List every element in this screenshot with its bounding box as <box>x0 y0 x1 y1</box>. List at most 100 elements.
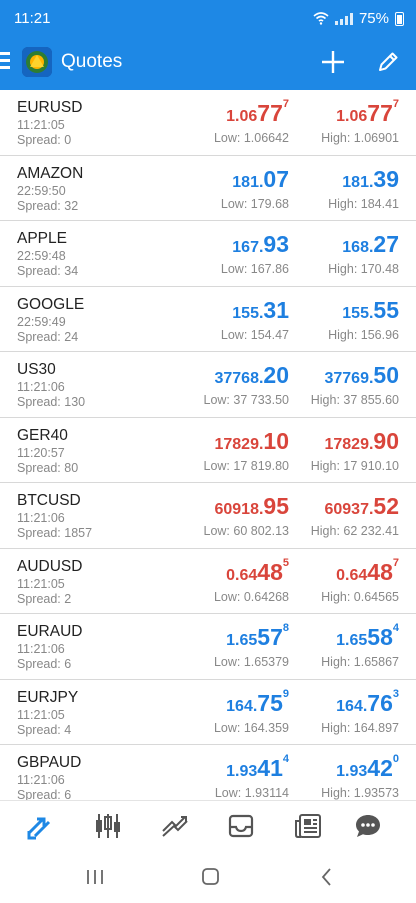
spread-value: Spread: 24 <box>17 329 79 344</box>
page-title: Quotes <box>61 51 123 72</box>
quote-time: 22:59:49 <box>17 314 66 329</box>
quote-row[interactable]: GOOGLE 22:59:49 Spread: 24 155.31 155.55 Low:… <box>0 286 416 352</box>
menu-icon[interactable] <box>0 52 12 74</box>
bid-price-fraction: 8 <box>282 622 289 634</box>
bid-price-pips: 20 <box>263 362 289 388</box>
ask-price-prefix: 181. <box>342 173 374 191</box>
quotes-list[interactable]: EURUSD 11:21:05 Spread: 0 1.06777 1.06777 Low… <box>0 90 416 800</box>
quote-row[interactable]: GER40 11:20:57 Spread: 80 17829.10 17829.90 L… <box>0 417 416 483</box>
back-icon[interactable] <box>312 865 342 889</box>
symbol-name: AMAZON <box>17 164 84 182</box>
quote-row[interactable]: APPLE 22:59:48 Spread: 34 167.93 168.27 Low: … <box>0 221 416 287</box>
quote-row[interactable]: AUDUSD 11:21:05 Spread: 2 0.64485 0.64487 Low… <box>0 548 416 614</box>
quote-row[interactable]: EURUSD 11:21:05 Spread: 0 1.06777 1.06777 Low… <box>0 90 416 156</box>
bid-price: 1.93414 <box>226 753 289 781</box>
bid-price: 167.93 <box>232 231 289 257</box>
high-price: High: 1.06901 <box>321 131 399 145</box>
bid-price: 37768.20 <box>214 362 289 388</box>
bid-price-prefix: 0.64 <box>226 566 258 584</box>
ask-price-pips: 48 <box>367 558 393 585</box>
quote-time: 11:21:06 <box>17 380 65 394</box>
quote-time: 11:20:57 <box>17 445 65 460</box>
ask-price: 60937.52 <box>324 493 399 519</box>
bid-price-pips: 31 <box>263 296 289 323</box>
edit-icon[interactable] <box>372 46 404 78</box>
low-price: Low: 60 802.13 <box>203 524 290 538</box>
ask-price-pips: 55 <box>373 296 399 323</box>
bid-price-fraction: 5 <box>282 556 289 569</box>
bid-price: 60918.95 <box>214 493 289 519</box>
bid-price-prefix: 37768. <box>214 370 264 387</box>
symbol-name: US30 <box>17 361 56 378</box>
quote-row[interactable]: BTCUSD 11:21:06 Spread: 1857 60918.95 60937.… <box>0 483 416 549</box>
status-icons: 75% <box>313 10 404 27</box>
recents-icon[interactable] <box>80 865 110 889</box>
status-bar: 11:21 75% <box>0 0 416 38</box>
chart-icon[interactable] <box>90 809 126 843</box>
bid-price-prefix: 60918. <box>214 501 264 518</box>
add-icon[interactable] <box>317 46 349 78</box>
quote-row[interactable]: GBPAUD 11:21:06 Spread: 6 1.93414 1.93420 Low… <box>0 745 416 800</box>
quote-row[interactable]: US30 11:21:06 Spread: 130 37768.20 37769.50 L… <box>0 352 416 418</box>
ask-price-pips: 42 <box>367 755 393 781</box>
bid-price: 155.31 <box>232 297 289 323</box>
bid-price-fraction: 9 <box>282 687 289 700</box>
bid-price-prefix: 155. <box>232 304 264 322</box>
ask-price-pips: 90 <box>373 427 399 454</box>
ask-price-pips: 39 <box>373 165 399 192</box>
symbol-name: GBPAUD <box>17 754 82 771</box>
bid-price-pips: 07 <box>263 165 289 192</box>
history-icon[interactable] <box>223 809 259 843</box>
high-price: High: 0.64565 <box>321 589 399 604</box>
ask-price-fraction: 7 <box>392 98 399 110</box>
chat-icon[interactable] <box>350 809 386 843</box>
ask-price-pips: 58 <box>367 624 393 650</box>
home-icon[interactable] <box>195 865 225 889</box>
bid-price-fraction: 4 <box>282 753 289 765</box>
ask-price-pips: 27 <box>373 231 399 257</box>
low-price: Low: 179.68 <box>220 196 289 211</box>
symbol-name: EURAUD <box>17 623 83 640</box>
bid-price-prefix: 181. <box>232 173 264 191</box>
bid-price-pips: 57 <box>257 624 283 650</box>
ask-price: 164.763 <box>336 688 399 716</box>
quote-time: 11:21:06 <box>17 773 65 787</box>
ask-price-prefix: 164. <box>336 697 368 715</box>
low-price: Low: 0.64268 <box>213 589 289 604</box>
ask-price: 0.64487 <box>336 557 399 585</box>
ask-price-prefix: 1.65 <box>336 632 368 649</box>
quotes-icon[interactable] <box>22 809 58 843</box>
high-price: High: 17 910.10 <box>310 458 399 473</box>
ask-price: 37769.50 <box>324 362 399 388</box>
bid-price-pips: 93 <box>263 231 289 257</box>
high-price: High: 184.41 <box>328 196 399 211</box>
quote-row[interactable]: EURAUD 11:21:06 Spread: 6 1.65578 1.65584 Low… <box>0 614 416 680</box>
spread-value: Spread: 32 <box>17 198 79 213</box>
low-price: Low: 37 733.50 <box>203 393 290 407</box>
ask-price-prefix: 37769. <box>324 370 374 387</box>
bid-price-prefix: 164. <box>226 697 258 715</box>
symbol-name: AUDUSD <box>17 557 83 575</box>
quote-row[interactable]: EURJPY 11:21:05 Spread: 4 164.759 164.763 Low… <box>0 679 416 745</box>
news-icon[interactable] <box>290 809 326 843</box>
ask-price-prefix: 60937. <box>324 501 374 518</box>
quote-row[interactable]: AMAZON 22:59:50 Spread: 32 181.07 181.39 Low:… <box>0 155 416 221</box>
bid-price: 17829.10 <box>214 428 289 454</box>
quote-time: 11:21:06 <box>17 511 65 525</box>
bid-price: 1.06777 <box>226 98 289 126</box>
ask-price-fraction: 0 <box>392 753 399 765</box>
ask-price-fraction: 4 <box>392 622 399 634</box>
high-price: High: 62 232.41 <box>310 524 399 538</box>
spread-value: Spread: 1857 <box>17 526 93 540</box>
trade-icon[interactable] <box>157 809 193 843</box>
bid-price-pips: 95 <box>263 493 289 519</box>
ask-price-prefix: 17829. <box>324 435 374 453</box>
bid-price-prefix: 1.06 <box>226 108 258 125</box>
high-price: High: 164.897 <box>321 720 399 735</box>
bid-price: 181.07 <box>232 166 289 192</box>
bid-price-prefix: 1.93 <box>226 763 258 780</box>
ask-price: 168.27 <box>342 231 399 257</box>
spread-value: Spread: 130 <box>17 395 86 409</box>
bid-price-pips: 77 <box>257 100 283 126</box>
app-bar: Quotes <box>0 38 416 90</box>
